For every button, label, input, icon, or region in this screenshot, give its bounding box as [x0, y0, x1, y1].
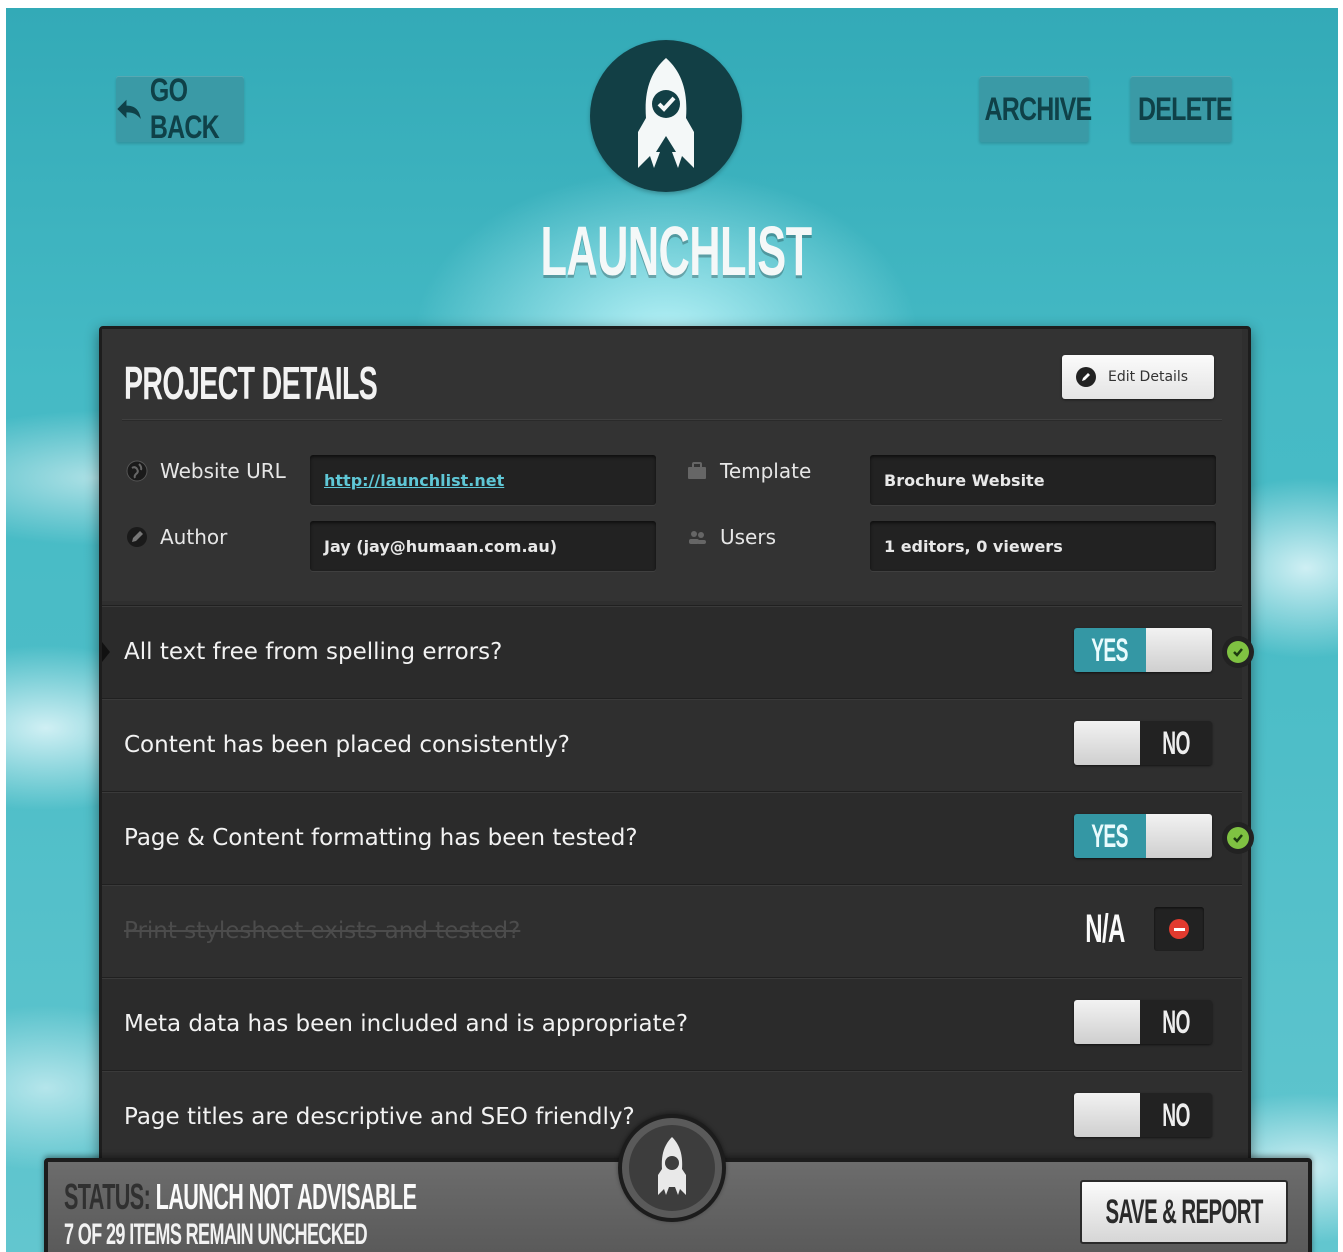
- back-arrow-icon: [117, 99, 141, 120]
- check-icon: [1222, 636, 1254, 668]
- toggle-knob[interactable]: [1074, 1093, 1140, 1137]
- toggle-knob[interactable]: [1074, 1000, 1140, 1044]
- archive-button[interactable]: ARCHIVE: [979, 76, 1092, 142]
- na-label: N/A: [1085, 907, 1125, 951]
- toggle-knob[interactable]: [1146, 628, 1212, 672]
- website-url-label: Website URL: [126, 459, 286, 483]
- checklist-row[interactable]: Page & Content formatting has been teste…: [102, 791, 1254, 884]
- edit-details-label: Edit Details: [1108, 369, 1189, 385]
- checklist-row[interactable]: Print stylesheet exists and tested? N/A: [102, 884, 1242, 977]
- remaining-items-count: 7 OF 29 ITEMS REMAIN UNCHECKED: [64, 1218, 368, 1251]
- app-background: GO BACK LAUNCHLIST ARCHIVE DELETE PROJEC…: [6, 8, 1338, 1252]
- rocket-badge: [618, 1114, 726, 1222]
- checklist-row[interactable]: Content has been placed consistently? NO: [102, 698, 1242, 791]
- launch-status: STATUS: LAUNCH NOT ADVISABLE: [64, 1176, 417, 1217]
- project-details: PROJECT DETAILS Edit Details Website URL…: [102, 329, 1242, 601]
- template-field[interactable]: Brochure Website: [870, 455, 1216, 505]
- remove-na-button[interactable]: [1154, 907, 1204, 951]
- author-label: Author: [126, 525, 227, 549]
- checklist-question: Meta data has been included and is appro…: [124, 1011, 689, 1037]
- archive-label: ARCHIVE: [984, 90, 1092, 127]
- checklist-question: Page & Content formatting has been teste…: [124, 825, 638, 851]
- website-url-field[interactable]: http://launchlist.net: [310, 455, 656, 505]
- launchlist-logo: [590, 40, 742, 192]
- toggle-knob[interactable]: [1074, 721, 1140, 765]
- template-label: Template: [686, 459, 811, 483]
- checklist-question-disabled: Print stylesheet exists and tested?: [124, 918, 521, 944]
- delete-label: DELETE: [1138, 90, 1233, 127]
- users-icon: [686, 526, 708, 548]
- checklist-question: Page titles are descriptive and SEO frie…: [124, 1104, 635, 1130]
- pencil-icon: [126, 526, 148, 548]
- users-field[interactable]: 1 editors, 0 viewers: [870, 521, 1216, 571]
- rocket-icon: [658, 1137, 686, 1195]
- yes-no-toggle[interactable]: YES: [1074, 814, 1212, 858]
- author-field[interactable]: Jay (jay@humaan.com.au): [310, 521, 656, 571]
- yes-no-toggle[interactable]: YES: [1074, 628, 1212, 672]
- yes-no-toggle[interactable]: NO: [1074, 1000, 1212, 1044]
- minus-circle-icon: [1169, 919, 1189, 939]
- divider: [122, 419, 1222, 420]
- edit-details-button[interactable]: Edit Details: [1062, 355, 1214, 399]
- go-back-label: GO BACK: [149, 72, 220, 145]
- checklist-row[interactable]: All text free from spelling errors? YES: [102, 605, 1254, 698]
- yes-no-toggle[interactable]: NO: [1074, 1093, 1212, 1137]
- globe-icon: [126, 460, 148, 482]
- checklist-question: All text free from spelling errors?: [124, 639, 503, 665]
- check-icon: [1222, 822, 1254, 854]
- users-label: Users: [686, 525, 776, 549]
- app-title: LAUNCHLIST: [540, 212, 812, 290]
- checklist-row[interactable]: Meta data has been included and is appro…: [102, 977, 1242, 1070]
- save-report-button[interactable]: SAVE & REPORT: [1080, 1180, 1288, 1244]
- active-row-pointer-icon: [102, 642, 110, 662]
- briefcase-icon: [686, 460, 708, 482]
- delete-button[interactable]: DELETE: [1130, 76, 1233, 142]
- checklist-question: Content has been placed consistently?: [124, 732, 570, 758]
- toggle-knob[interactable]: [1146, 814, 1212, 858]
- pencil-icon: [1076, 367, 1096, 387]
- rocket-icon: [638, 58, 694, 168]
- yes-no-toggle[interactable]: NO: [1074, 721, 1212, 765]
- project-details-title: PROJECT DETAILS: [124, 357, 378, 409]
- go-back-button[interactable]: GO BACK: [116, 72, 244, 145]
